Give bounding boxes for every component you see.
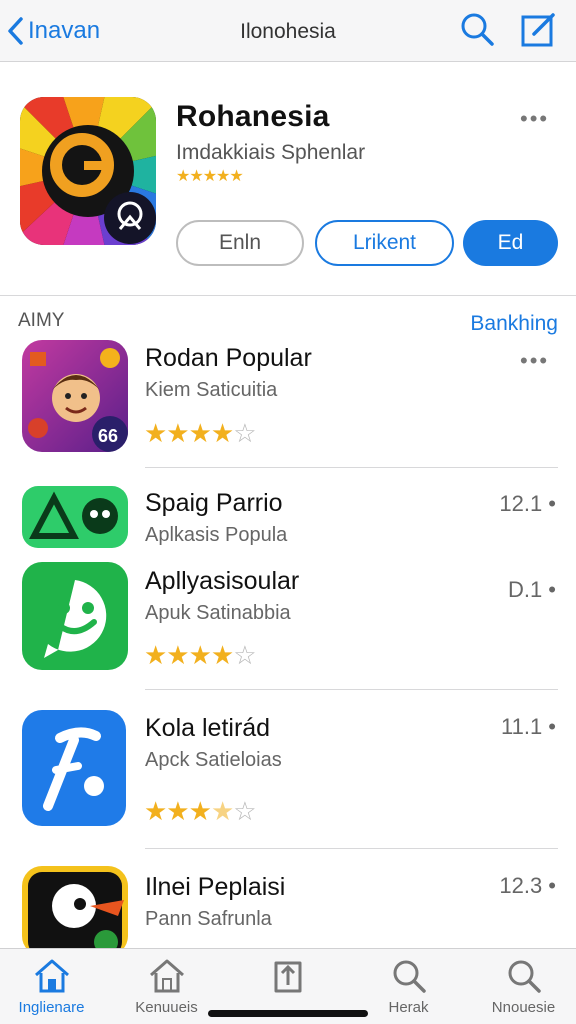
navigation-bar: Inavan Ilonohesia: [0, 0, 576, 62]
search-icon: [393, 960, 426, 993]
row-divider: [145, 848, 558, 849]
app-title-2: Spaig Parrio: [145, 489, 283, 517]
app-value-4: 11.1 •: [501, 714, 556, 739]
home-indicator: [208, 1010, 368, 1017]
app-icon-1[interactable]: 66: [22, 340, 128, 452]
home-outline-icon: [149, 959, 184, 993]
row-more-button[interactable]: •••: [520, 350, 549, 372]
app-value-2: 12.1 •: [499, 491, 556, 516]
app-title-5: Ilnei Peplaisi: [145, 873, 286, 901]
section-divider: [0, 295, 576, 296]
app-value-3: D.1 •: [507, 577, 556, 602]
tab-label: Herak: [388, 999, 429, 1016]
app-title-1: Rodan Popular: [145, 344, 312, 372]
app-subtitle-1: Kiem Saticuitia: [145, 379, 278, 401]
section-link[interactable]: Bankhing: [470, 312, 558, 336]
tab-home[interactable]: Inglienare: [0, 957, 109, 1016]
featured-app-subtitle: Imdakkiais Sphenlar: [176, 141, 366, 164]
app-subtitle-3: Apuk Satinabbia: [145, 602, 291, 624]
tab-updates[interactable]: [230, 957, 345, 999]
app-title-3: Apllyasisoular: [145, 567, 300, 595]
search-icon: [508, 960, 541, 993]
section-title: AIMY: [18, 310, 65, 331]
tab-search-2[interactable]: Nnouesie: [466, 957, 576, 1016]
app-icon-4[interactable]: [22, 710, 126, 826]
tab-search-1[interactable]: Herak: [351, 957, 466, 1016]
action-button-3[interactable]: Ed: [463, 220, 558, 266]
app-value-5: 12.3 •: [499, 873, 556, 898]
home-icon: [34, 959, 69, 993]
tab-label: Inglienare: [18, 999, 85, 1016]
app-subtitle-2: Aplkasis Popula: [145, 524, 288, 546]
app-store-page: Inavan Ilonohesia Rohanesia Imdakkiais S…: [0, 0, 576, 1024]
featured-app-rating: ★★★★★: [176, 168, 244, 185]
more-options-button[interactable]: •••: [520, 108, 549, 130]
updates-icon: [274, 961, 301, 993]
app-icon-5[interactable]: [22, 866, 128, 956]
featured-app-title: Rohanesia: [176, 100, 330, 133]
tab-label: Nnouesie: [491, 999, 556, 1016]
row-divider: [145, 467, 558, 468]
search-button[interactable]: [458, 10, 496, 48]
app-subtitle-4: Apck Satieloias: [145, 749, 282, 771]
compose-button[interactable]: [518, 10, 558, 50]
action-button-1[interactable]: Enln: [176, 220, 304, 266]
app-rating-4: ★★★★☆: [144, 796, 257, 826]
app-rating-3: ★★★★☆: [144, 640, 257, 670]
app-icon-2[interactable]: [22, 486, 128, 548]
action-button-2[interactable]: Lrikent: [315, 220, 454, 266]
app-title-4: Kola letirád: [145, 714, 271, 742]
row-divider: [145, 689, 558, 690]
featured-app-icon[interactable]: [20, 97, 156, 245]
app-rating-1: ★★★★☆: [144, 418, 257, 448]
search-icon: [461, 13, 494, 46]
svg-text:66: 66: [98, 426, 118, 446]
app-subtitle-5: Pann Safrunla: [145, 908, 272, 930]
app-icon-3[interactable]: [22, 562, 128, 670]
compose-icon: [521, 13, 555, 47]
tab-second[interactable]: Kenuueis: [109, 957, 224, 1016]
tab-label: Kenuueis: [135, 999, 198, 1016]
